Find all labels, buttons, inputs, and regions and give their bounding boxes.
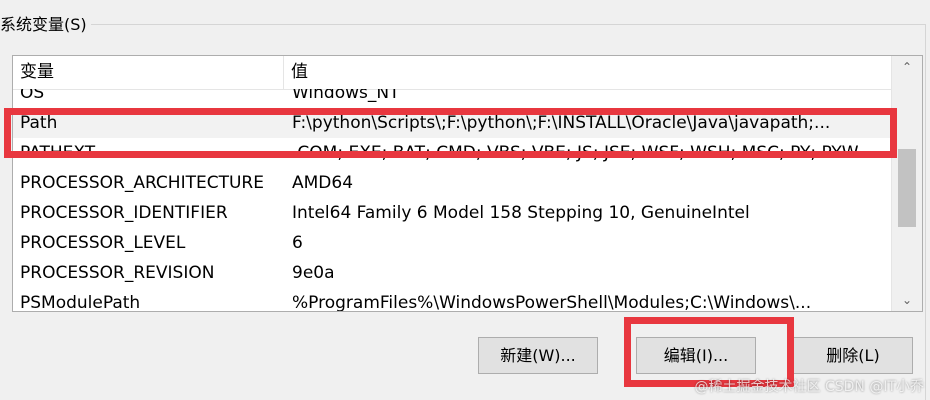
list-row-processor-revision[interactable]: PROCESSOR_REVISION 9e0a (13, 258, 891, 288)
vertical-scrollbar[interactable]: ⌃ ⌄ (891, 56, 922, 311)
column-header-value[interactable]: 值 (284, 56, 891, 89)
list-row-processor-architecture[interactable]: PROCESSOR_ARCHITECTURE AMD64 (13, 168, 891, 198)
list-row-path[interactable]: Path F:\python\Scripts\;F:\python\;F:\IN… (13, 108, 891, 138)
list-row-pathext[interactable]: PATHEXT .COM;.EXE;.BAT;.CMD;.VBS;.VBE;.J… (13, 138, 891, 168)
variable-name: PROCESSOR_IDENTIFIER (20, 203, 228, 223)
list-row-os[interactable]: OS Windows_NT (13, 89, 891, 108)
variable-name: Path (20, 113, 58, 133)
variable-value: .COM;.EXE;.BAT;.CMD;.VBS;.VBE;.JS;.JSE;.… (292, 143, 859, 163)
column-header-variable[interactable]: 变量 (13, 56, 284, 89)
edit-button[interactable]: 编辑(I)... (636, 337, 756, 374)
variable-name: PROCESSOR_LEVEL (20, 233, 186, 253)
watermark: @稀土掘金技术社区 CSDN @IT小乔 (694, 379, 925, 395)
chevron-down-icon[interactable]: ⌄ (892, 289, 922, 311)
list-row-processor-level[interactable]: PROCESSOR_LEVEL 6 (13, 228, 891, 258)
list-header: 变量 值 (13, 56, 891, 90)
variable-name: PROCESSOR_ARCHITECTURE (20, 173, 264, 193)
new-button[interactable]: 新建(W)... (478, 337, 598, 374)
variable-value: 6 (292, 233, 303, 253)
variable-name: PATHEXT (20, 143, 96, 163)
variable-name: PSModulePath (20, 293, 141, 312)
variable-value: F:\python\Scripts\;F:\python\;F:\INSTALL… (292, 113, 831, 133)
variable-value: AMD64 (292, 173, 354, 193)
scrollbar-thumb[interactable] (898, 149, 916, 227)
variable-name: PROCESSOR_REVISION (20, 263, 215, 283)
list-row-psmodulepath[interactable]: PSModulePath %ProgramFiles%\WindowsPower… (13, 288, 891, 312)
variable-name: OS (20, 89, 45, 103)
variable-value: Intel64 Family 6 Model 158 Stepping 10, … (292, 203, 750, 223)
variable-value: Windows_NT (292, 89, 400, 103)
chevron-up-icon[interactable]: ⌃ (892, 56, 922, 78)
system-variables-list[interactable]: 变量 值 OS Windows_NT Path F:\python\Script… (12, 55, 923, 312)
variable-value: 9e0a (292, 263, 335, 283)
list-rows: OS Windows_NT Path F:\python\Scripts\;F:… (13, 89, 891, 312)
variable-value: %ProgramFiles%\WindowsPowerShell\Modules… (292, 293, 812, 312)
list-row-processor-identifier[interactable]: PROCESSOR_IDENTIFIER Intel64 Family 6 Mo… (13, 198, 891, 228)
group-title: 系统变量(S) (0, 14, 91, 36)
delete-button[interactable]: 删除(L) (793, 337, 913, 374)
